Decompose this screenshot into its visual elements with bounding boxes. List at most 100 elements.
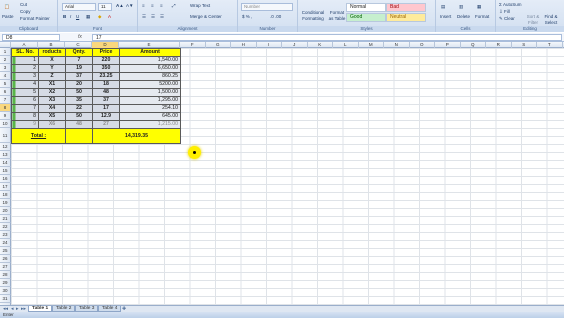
font-color-icon[interactable]: A bbox=[108, 14, 111, 20]
grow-font-icon[interactable]: A▲ bbox=[116, 3, 124, 9]
column-header-t[interactable]: T bbox=[537, 42, 563, 48]
row-header-21[interactable]: 21 bbox=[0, 215, 11, 223]
formula-input[interactable]: 17 bbox=[92, 34, 562, 41]
cell-sl-no[interactable]: 9 bbox=[11, 120, 39, 129]
cell-product[interactable]: X6 bbox=[38, 120, 66, 129]
cell-amount[interactable]: 1,295.00 bbox=[119, 96, 181, 105]
shrink-font-icon[interactable]: A▼ bbox=[126, 3, 133, 9]
bold-button[interactable]: B bbox=[63, 14, 66, 20]
row-header-25[interactable]: 25 bbox=[0, 247, 11, 255]
row-header-17[interactable]: 17 bbox=[0, 183, 11, 191]
cell-amount[interactable]: 645.00 bbox=[119, 112, 181, 121]
row-header-5[interactable]: 5 bbox=[0, 80, 11, 88]
worksheet-grid[interactable]: ABCDEFGHIJKLMNOPQRSTU 123456789101112131… bbox=[0, 42, 564, 305]
column-header-n[interactable]: N bbox=[384, 42, 410, 48]
style-bad[interactable]: Bad bbox=[386, 3, 426, 12]
align-right-icon[interactable]: ☰ bbox=[160, 14, 164, 20]
cell-price[interactable]: 23.25 bbox=[92, 72, 120, 81]
header-qnty[interactable]: Qnty. bbox=[65, 48, 93, 57]
paste-button[interactable]: Paste bbox=[2, 14, 14, 20]
cell-amount[interactable]: 254.10 bbox=[119, 104, 181, 113]
cell-product[interactable]: X3 bbox=[38, 96, 66, 105]
cell-sl-no[interactable]: 3 bbox=[11, 72, 39, 81]
style-good[interactable]: Good bbox=[346, 13, 386, 22]
row-header-15[interactable]: 15 bbox=[0, 167, 11, 175]
sort-filter-button[interactable]: Sort & Filter bbox=[526, 14, 540, 26]
cell-qnty[interactable]: 50 bbox=[65, 112, 93, 121]
cell-qnty[interactable]: 35 bbox=[65, 96, 93, 105]
decimal-icon[interactable]: .0 .00 bbox=[270, 14, 281, 20]
format-as-table-button[interactable]: Format as Table bbox=[328, 10, 346, 22]
row-header-3[interactable]: 3 bbox=[0, 64, 11, 72]
cell-qnty[interactable]: 48 bbox=[65, 120, 93, 129]
column-header-l[interactable]: L bbox=[333, 42, 359, 48]
column-header-s[interactable]: S bbox=[512, 42, 537, 48]
cell-price[interactable]: 17 bbox=[92, 104, 120, 113]
column-header-f[interactable]: F bbox=[180, 42, 206, 48]
cell-sl-no[interactable]: 2 bbox=[11, 64, 39, 73]
cell-price[interactable]: 12.9 bbox=[92, 112, 120, 121]
column-header-g[interactable]: G bbox=[206, 42, 231, 48]
row-header-23[interactable]: 23 bbox=[0, 231, 11, 239]
style-normal[interactable]: Normal bbox=[346, 3, 386, 12]
align-left-icon[interactable]: ☰ bbox=[142, 14, 146, 20]
conditional-formatting-button[interactable]: Conditional Formatting bbox=[300, 10, 326, 22]
row-header-6[interactable]: 6 bbox=[0, 88, 11, 96]
fx-icon[interactable]: fx bbox=[78, 34, 82, 41]
cell-qnty[interactable]: 7 bbox=[65, 56, 93, 65]
format-painter-button[interactable]: Format Painter bbox=[20, 16, 50, 22]
column-header-o[interactable]: O bbox=[410, 42, 435, 48]
autosum-button[interactable]: Σ AutoSum bbox=[499, 2, 522, 8]
row-header-27[interactable]: 27 bbox=[0, 263, 11, 271]
cell-amount[interactable]: 1,500.00 bbox=[119, 88, 181, 97]
name-box[interactable]: D8 bbox=[2, 34, 60, 41]
cell-sl-no[interactable]: 7 bbox=[11, 104, 39, 113]
cell-qnty[interactable]: 19 bbox=[65, 64, 93, 73]
insert-button[interactable]: Insert bbox=[440, 14, 451, 20]
row-header-7[interactable]: 7 bbox=[0, 96, 11, 104]
merge-center-button[interactable]: Merge & Center bbox=[190, 14, 222, 20]
row-header-26[interactable]: 26 bbox=[0, 255, 11, 263]
insert-icon[interactable]: ▤ bbox=[441, 4, 445, 10]
column-header-p[interactable]: P bbox=[435, 42, 461, 48]
cell-qnty[interactable]: 20 bbox=[65, 80, 93, 89]
wrap-text-button[interactable]: Wrap Text bbox=[190, 3, 210, 9]
column-header-k[interactable]: K bbox=[308, 42, 333, 48]
row-header-9[interactable]: 9 bbox=[0, 112, 11, 120]
fill-button[interactable]: ⇩ Fill bbox=[499, 9, 510, 15]
align-center-icon[interactable]: ☰ bbox=[151, 14, 155, 20]
fill-color-icon[interactable]: ◆ bbox=[98, 14, 101, 20]
format-icon[interactable]: ▦ bbox=[477, 4, 481, 10]
row-header-4[interactable]: 4 bbox=[0, 72, 11, 80]
align-middle-icon[interactable]: ≡ bbox=[151, 3, 154, 9]
font-size-select[interactable]: 11 bbox=[98, 3, 112, 11]
borders-icon[interactable]: ▦ bbox=[86, 14, 90, 20]
header-products[interactable]: roducts bbox=[38, 48, 66, 57]
cell-sl-no[interactable]: 1 bbox=[11, 56, 39, 65]
cell-sl-no[interactable]: 8 bbox=[11, 112, 39, 121]
cell-qnty[interactable]: 22 bbox=[65, 104, 93, 113]
row-header-1[interactable]: 1 bbox=[0, 48, 11, 56]
cell-product[interactable]: X5 bbox=[38, 112, 66, 121]
cell-product[interactable]: X4 bbox=[38, 104, 66, 113]
row-header-2[interactable]: 2 bbox=[0, 56, 11, 64]
delete-button[interactable]: Delete bbox=[457, 14, 470, 20]
row-header-12[interactable]: 12 bbox=[0, 143, 11, 151]
row-header-30[interactable]: 30 bbox=[0, 287, 11, 295]
cell-product[interactable]: X2 bbox=[38, 88, 66, 97]
font-name-select[interactable]: Arial bbox=[62, 3, 96, 11]
cell-sl-no[interactable]: 6 bbox=[11, 96, 39, 105]
total-label[interactable]: Total : bbox=[11, 128, 66, 144]
cell-sl-no[interactable]: 5 bbox=[11, 88, 39, 97]
row-header-14[interactable]: 14 bbox=[0, 159, 11, 167]
row-header-22[interactable]: 22 bbox=[0, 223, 11, 231]
row-header-28[interactable]: 28 bbox=[0, 271, 11, 279]
row-header-29[interactable]: 29 bbox=[0, 279, 11, 287]
align-top-icon[interactable]: ≡ bbox=[142, 3, 145, 9]
header-sl-no[interactable]: SL. No. bbox=[11, 48, 39, 57]
cell-price[interactable]: 27 bbox=[92, 120, 120, 129]
row-header-16[interactable]: 16 bbox=[0, 175, 11, 183]
underline-button[interactable]: U bbox=[76, 14, 79, 20]
total-value[interactable]: 14,319.35 bbox=[92, 128, 181, 144]
row-header-31[interactable]: 31 bbox=[0, 295, 11, 303]
